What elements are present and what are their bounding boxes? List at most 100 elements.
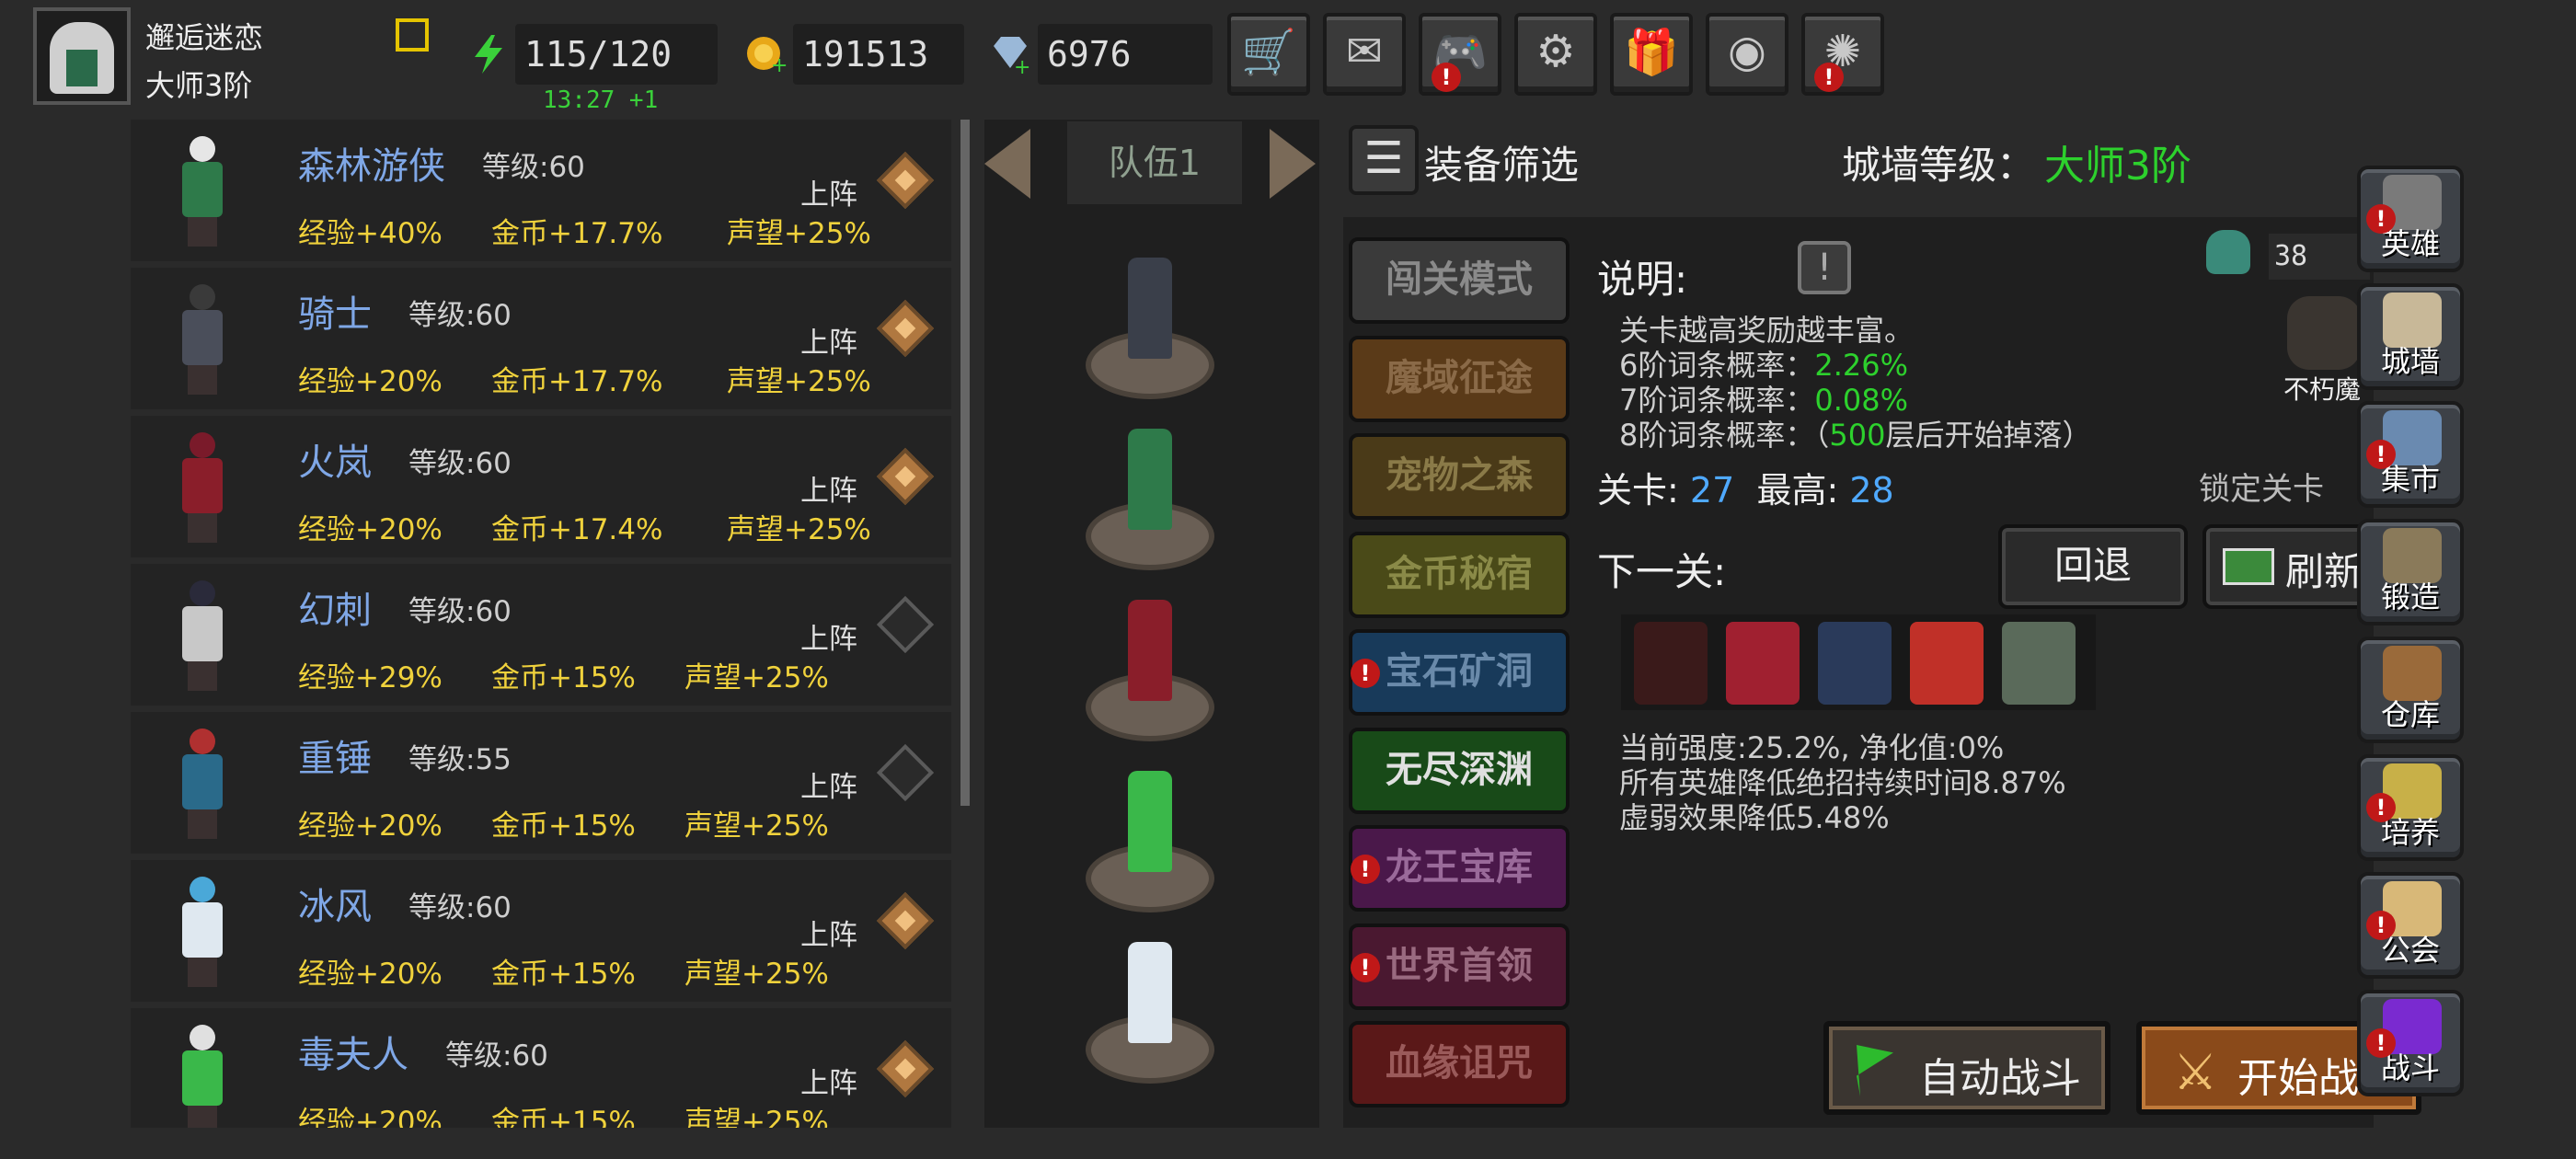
diamond-value: 6976 bbox=[1038, 24, 1213, 85]
refresh-label: 刷新 bbox=[2285, 549, 2363, 594]
mode-button[interactable]: 无尽深渊 bbox=[1349, 727, 1570, 814]
mode-button[interactable]: 宠物之森 bbox=[1349, 433, 1570, 520]
hero-row[interactable]: 火岚 等级:60 经验+20% 金币+17.4% 声望+25% 上阵 bbox=[131, 416, 951, 557]
nav-button[interactable]: 战斗! bbox=[2357, 990, 2464, 1096]
deploy-label[interactable]: 上阵 bbox=[800, 171, 857, 212]
mode-button[interactable]: 世界首领! bbox=[1349, 923, 1570, 1010]
hero-level: 等级:55 bbox=[408, 743, 512, 776]
fireworks-button[interactable]: ✺! bbox=[1801, 13, 1884, 96]
nav-button[interactable]: 培养! bbox=[2357, 754, 2464, 861]
menu-list-button[interactable]: ☰ bbox=[1349, 125, 1419, 195]
deploy-label[interactable]: 上阵 bbox=[800, 1060, 857, 1101]
nav-button[interactable]: 城墙 bbox=[2357, 283, 2464, 390]
prev-team-arrow[interactable] bbox=[984, 129, 1030, 199]
next-team-arrow[interactable] bbox=[1270, 129, 1316, 199]
wall-level-label: 城墙等级： bbox=[1842, 143, 2036, 188]
nav-label: 仓库 bbox=[2380, 697, 2440, 732]
auto-battle-button[interactable]: 自动战斗 bbox=[1823, 1021, 2110, 1115]
deploy-gem-icon[interactable] bbox=[876, 299, 935, 358]
hero-row[interactable]: 森林游侠 等级:60 经验+40% 金币+17.7% 声望+25% 上阵 bbox=[131, 120, 951, 261]
deploy-gem-icon[interactable] bbox=[876, 743, 935, 802]
hero-fame-bonus: 声望+25% bbox=[684, 809, 829, 843]
deploy-gem-icon[interactable] bbox=[876, 595, 935, 654]
monster-icon bbox=[2206, 230, 2250, 274]
lock-stage-toggle[interactable]: 锁定关卡 bbox=[2199, 464, 2324, 509]
hero-level: 等级:60 bbox=[445, 1039, 548, 1073]
nav-button[interactable]: 公会! bbox=[2357, 872, 2464, 979]
enemy-sprite bbox=[1726, 622, 1800, 705]
hero-row[interactable]: 骑士 等级:60 经验+20% 金币+17.7% 声望+25% 上阵 bbox=[131, 268, 951, 409]
shop-cart-button[interactable]: 🛒 bbox=[1227, 13, 1310, 96]
team-slot-hero[interactable] bbox=[1128, 429, 1172, 530]
enemy-sprite bbox=[1634, 622, 1708, 705]
hero-fame-bonus: 声望+25% bbox=[727, 365, 871, 398]
nav-button[interactable]: 仓库 bbox=[2357, 637, 2464, 743]
hero-sprite bbox=[158, 580, 247, 691]
mode-button[interactable]: 魔域征途 bbox=[1349, 335, 1570, 422]
team-slot-hero[interactable] bbox=[1128, 942, 1172, 1043]
energy-timer: 13:27 +1 bbox=[543, 86, 659, 114]
deploy-label[interactable]: 上阵 bbox=[800, 912, 857, 953]
nav-button[interactable]: 锻造 bbox=[2357, 519, 2464, 625]
enemy-preview bbox=[1621, 614, 2096, 710]
mode-button[interactable]: 金币秘宿 bbox=[1349, 531, 1570, 618]
floor-value: 38 bbox=[2269, 234, 2370, 280]
color-wheel-button[interactable]: ◉ bbox=[1706, 13, 1788, 96]
hero-fame-bonus: 声望+25% bbox=[727, 217, 871, 250]
back-button[interactable]: 回退 bbox=[1998, 524, 2188, 609]
hero-row[interactable]: 幻刺 等级:60 经验+29% 金币+15% 声望+25% 上阵 bbox=[131, 564, 951, 706]
alert-badge-icon: ! bbox=[2366, 204, 2396, 234]
hero-sprite bbox=[158, 1025, 247, 1128]
hero-list[interactable]: 森林游侠 等级:60 经验+40% 金币+17.7% 声望+25% 上阵 骑士 等级:60 经验… bbox=[131, 120, 966, 1128]
player-avatar[interactable] bbox=[33, 7, 131, 105]
deploy-label[interactable]: 上阵 bbox=[800, 467, 857, 509]
edit-name-icon[interactable] bbox=[396, 18, 429, 52]
mode-button[interactable]: 闯关模式 bbox=[1349, 237, 1570, 324]
team-label: 队伍1 bbox=[1067, 121, 1242, 204]
equipment-filter-label[interactable]: 装备筛选 bbox=[1424, 134, 1579, 190]
next-stage-label: 下一关: bbox=[1597, 549, 1727, 594]
deploy-gem-icon[interactable] bbox=[876, 151, 935, 210]
hero-sprite bbox=[158, 877, 247, 987]
alert-badge-icon: ! bbox=[2366, 793, 2396, 822]
hero-row[interactable]: 冰风 等级:60 经验+20% 金币+15% 声望+25% 上阵 bbox=[131, 860, 951, 1002]
gift-button[interactable]: 🎁 bbox=[1610, 13, 1693, 96]
wall-level-value: 大师3阶 bbox=[2044, 143, 2191, 189]
svg-text:+: + bbox=[1014, 56, 1030, 75]
gamepad-button[interactable]: 🎮! bbox=[1419, 13, 1501, 96]
hero-row[interactable]: 毒夫人 等级:60 经验+20% 金币+15% 声望+25% 上阵 bbox=[131, 1008, 951, 1128]
deploy-gem-icon[interactable] bbox=[876, 891, 935, 950]
hero-gold-bonus: 金币+15% bbox=[491, 1106, 636, 1128]
enemy-sprite bbox=[2002, 622, 2076, 705]
nav-button[interactable]: 英雄! bbox=[2357, 166, 2464, 272]
hint-icon[interactable]: ! bbox=[1798, 241, 1851, 294]
mode-button[interactable]: 宝石矿洞! bbox=[1349, 629, 1570, 716]
mode-label: 无尽深渊 bbox=[1386, 748, 1533, 791]
alert-badge-icon: ! bbox=[1351, 952, 1380, 982]
team-slot-hero[interactable] bbox=[1128, 771, 1172, 872]
deploy-gem-icon[interactable] bbox=[876, 447, 935, 506]
gear-button[interactable]: ⚙ bbox=[1514, 13, 1597, 96]
deploy-gem-icon[interactable] bbox=[876, 1039, 935, 1098]
hero-list-scrollbar[interactable] bbox=[960, 120, 970, 806]
team-slot-hero[interactable] bbox=[1128, 258, 1172, 359]
gift-icon: 🎁 bbox=[1624, 27, 1679, 78]
hero-name: 火岚 bbox=[298, 442, 372, 484]
deploy-label[interactable]: 上阵 bbox=[800, 763, 857, 805]
nav-button[interactable]: 集市! bbox=[2357, 401, 2464, 508]
team-slot-hero[interactable] bbox=[1128, 600, 1172, 701]
description-title: 说明: bbox=[1597, 257, 1688, 302]
best-stage: 28 bbox=[1849, 470, 1894, 511]
mode-label: 世界首领 bbox=[1386, 944, 1533, 987]
hero-gold-bonus: 金币+17.7% bbox=[491, 217, 663, 250]
gold-coin-icon: + bbox=[743, 31, 788, 77]
hero-row[interactable]: 重锤 等级:55 经验+20% 金币+15% 声望+25% 上阵 bbox=[131, 712, 951, 854]
mode-button[interactable]: 血缘诅咒 bbox=[1349, 1021, 1570, 1107]
mail-button[interactable]: ✉ bbox=[1323, 13, 1406, 96]
deploy-label[interactable]: 上阵 bbox=[800, 319, 857, 361]
gold-value: 191513 bbox=[793, 24, 964, 85]
mode-button[interactable]: 龙王宝库! bbox=[1349, 825, 1570, 912]
deploy-label[interactable]: 上阵 bbox=[800, 615, 857, 657]
alert-badge-icon: ! bbox=[1351, 855, 1380, 884]
hero-name: 幻刺 bbox=[298, 590, 372, 632]
